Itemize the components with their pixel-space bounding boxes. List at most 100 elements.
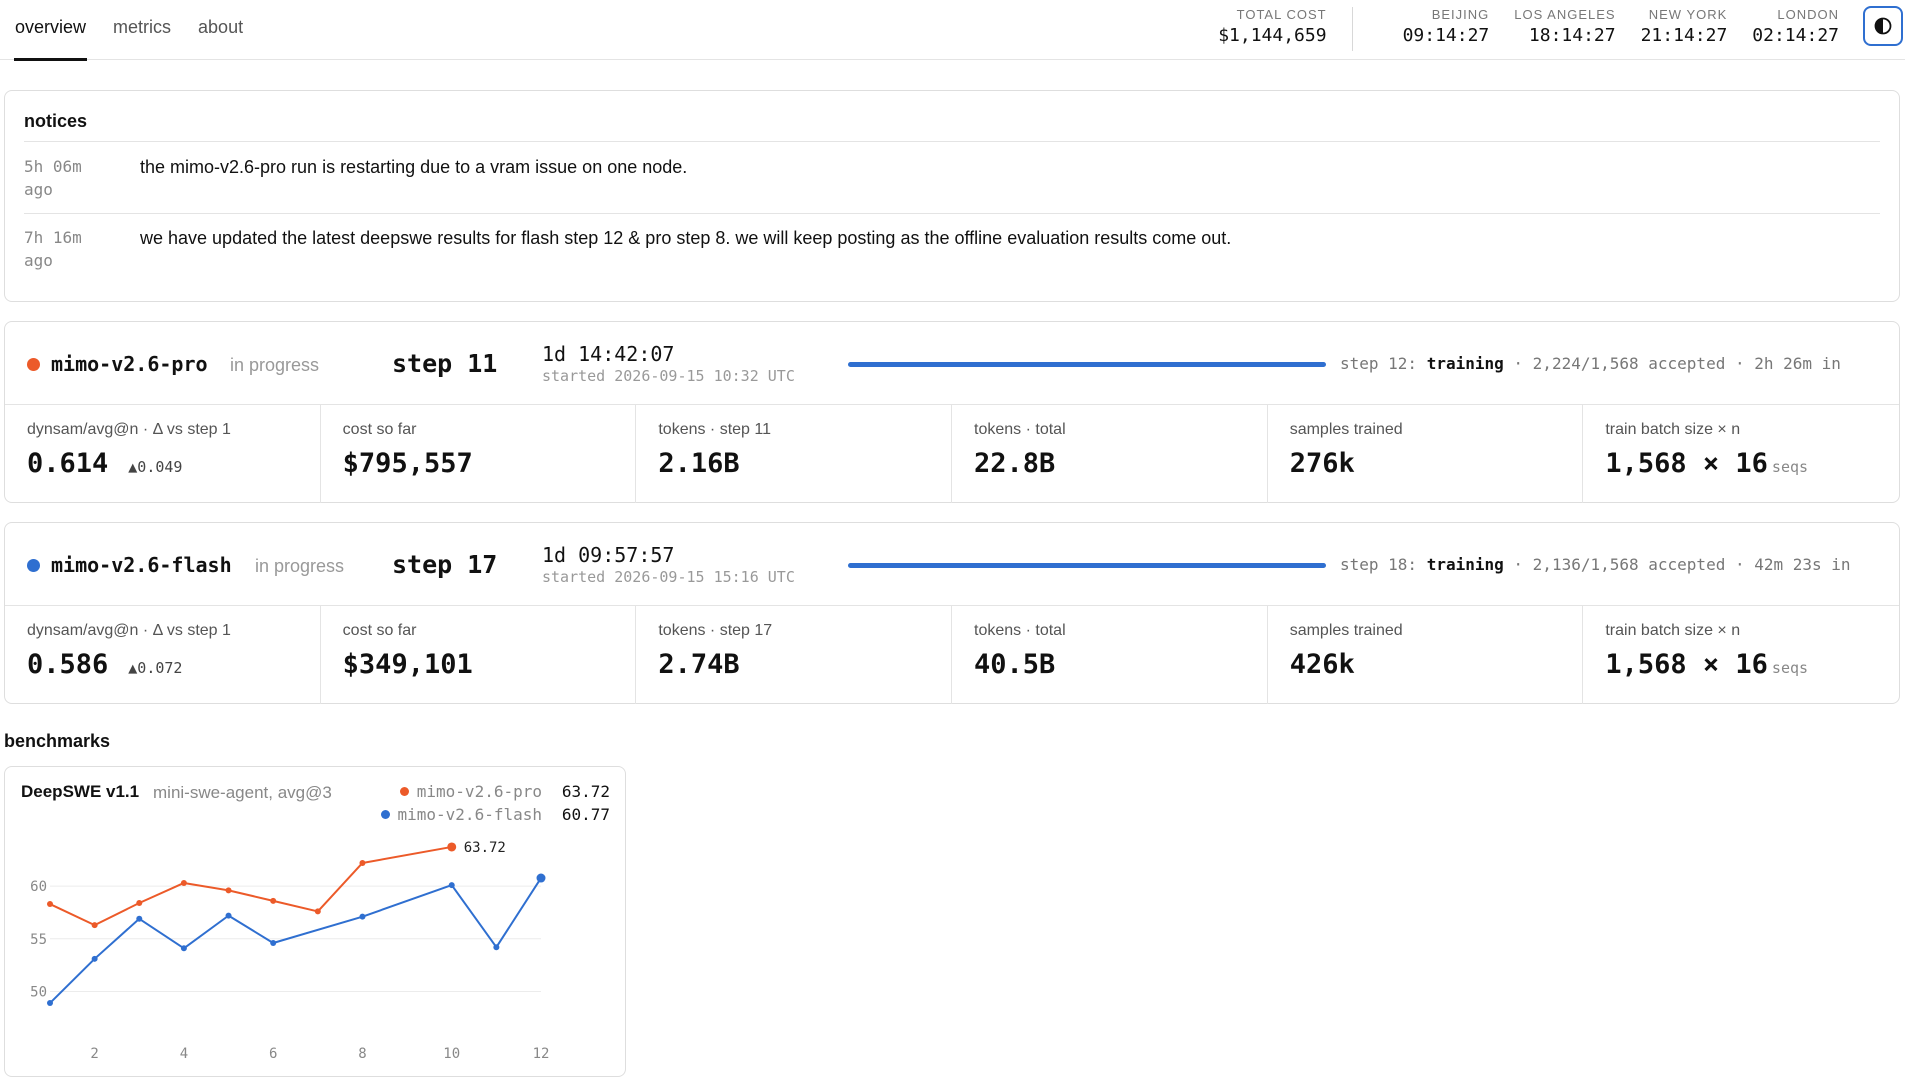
progress-suffix: · 2,136/1,568 accepted · 42m 23s in bbox=[1513, 555, 1851, 574]
run-card-flash: mimo-v2.6-flash in progress step 17 1d 0… bbox=[4, 522, 1900, 704]
x-tick-label: 12 bbox=[533, 1046, 550, 1062]
metric-number: 1,568 × 16 bbox=[1605, 649, 1768, 680]
data-point bbox=[47, 1000, 53, 1007]
x-tick-label: 6 bbox=[269, 1046, 277, 1062]
metric-label: tokens · step 11 bbox=[658, 421, 771, 438]
status-dot bbox=[27, 559, 40, 572]
clock-time: 18:14:27 bbox=[1528, 25, 1616, 46]
metric-number: 0.586 bbox=[27, 649, 109, 680]
notices-title: notices bbox=[24, 111, 88, 131]
metric-label: train batch size × n bbox=[1605, 622, 1741, 639]
theme-toggle-button[interactable] bbox=[1863, 6, 1903, 46]
y-tick-label: 60 bbox=[30, 879, 47, 895]
progress-prefix: step 12: bbox=[1340, 354, 1418, 373]
metric-tokens-step: tokens · step 17 2.74B bbox=[636, 606, 953, 704]
metrics-row: dynsam/avg@n · Δ vs step 1 0.614 ▲0.049 c… bbox=[5, 405, 1899, 503]
y-tick-label: 50 bbox=[30, 984, 47, 1000]
metric-label: samples trained bbox=[1289, 622, 1403, 639]
clock-new-york: NEW YORK 21:14:27 bbox=[1641, 7, 1728, 48]
benchmark-card: DeepSWE v1.1 mini-swe-agent, avg@3 mimo-… bbox=[4, 766, 626, 1077]
metric-value: 22.8B bbox=[974, 448, 1056, 479]
step-progress-text: step 18: training · 2,136/1,568 accepted… bbox=[1340, 555, 1851, 574]
metric-value: 1,568 × 16 seqs bbox=[1605, 448, 1808, 479]
clock-los-angeles: LOS ANGELES 18:14:27 bbox=[1514, 7, 1615, 48]
notices-card: notices 5h 06m ago the mimo-v2.6-pro run… bbox=[4, 90, 1900, 302]
tab-metrics[interactable]: metrics bbox=[113, 0, 171, 60]
top-bar: overview metrics about TOTAL COST $1,144… bbox=[0, 0, 1905, 61]
metrics-row: dynsam/avg@n · Δ vs step 1 0.586 ▲0.072 c… bbox=[5, 606, 1899, 704]
x-tick-label: 2 bbox=[90, 1046, 98, 1062]
run-header: mimo-v2.6-flash in progress step 17 1d 0… bbox=[5, 523, 1899, 606]
header-stats: TOTAL COST $1,144,659 BEIJING 09:14:27 L… bbox=[1218, 7, 1839, 51]
run-step: step 11 bbox=[392, 349, 498, 378]
metric-unit: seqs bbox=[1771, 659, 1809, 677]
total-cost-label: TOTAL COST bbox=[1236, 7, 1327, 22]
metric-value: 0.614 ▲0.049 bbox=[27, 448, 182, 479]
tab-overview[interactable]: overview bbox=[13, 0, 88, 61]
run-started: started 2026-09-15 15:16 UTC bbox=[542, 568, 795, 586]
data-point bbox=[180, 945, 187, 952]
metric-dynsam: dynsam/avg@n · Δ vs step 1 0.586 ▲0.072 bbox=[5, 606, 321, 704]
data-point bbox=[91, 922, 98, 929]
metric-value: 426k bbox=[1289, 649, 1355, 680]
data-point bbox=[270, 940, 277, 947]
metric-label: cost so far bbox=[342, 622, 417, 639]
data-point bbox=[91, 955, 98, 962]
x-tick-label: 4 bbox=[180, 1046, 188, 1062]
progress-suffix: · 2,224/1,568 accepted · 2h 26m in bbox=[1513, 354, 1841, 373]
clock-time: 02:14:27 bbox=[1752, 25, 1839, 46]
metric-value: 2.74B bbox=[658, 649, 740, 680]
metric-value: $349,101 bbox=[342, 649, 473, 680]
header-divider bbox=[1351, 7, 1353, 51]
data-point bbox=[359, 859, 366, 866]
metric-batch-size: train batch size × n 1,568 × 16 seqs bbox=[1583, 405, 1899, 503]
step-progress-bar bbox=[848, 563, 1326, 568]
run-elapsed: 1d 09:57:57 bbox=[542, 543, 675, 567]
notice-time: 7h 16m ago bbox=[24, 228, 82, 270]
x-tick-label: 10 bbox=[443, 1046, 460, 1062]
metric-cost: cost so far $795,557 bbox=[321, 405, 637, 503]
data-point bbox=[536, 873, 546, 883]
benchmarks-title: benchmarks bbox=[4, 731, 111, 751]
metric-label: dynsam/avg@n · Δ vs step 1 bbox=[27, 421, 231, 438]
divider bbox=[24, 141, 1880, 142]
metric-samples: samples trained 426k bbox=[1268, 606, 1584, 704]
progress-phase: training bbox=[1426, 354, 1504, 373]
metric-tokens-total: tokens · total 40.5B bbox=[952, 606, 1268, 704]
metric-batch-size: train batch size × n 1,568 × 16 seqs bbox=[1583, 606, 1899, 704]
metric-value: 276k bbox=[1289, 448, 1355, 479]
run-status: in progress bbox=[230, 355, 320, 375]
run-step: step 17 bbox=[392, 550, 498, 579]
x-tick-label: 8 bbox=[358, 1046, 366, 1062]
clock-label: LONDON bbox=[1777, 7, 1839, 22]
data-point bbox=[447, 842, 457, 852]
metric-value: $795,557 bbox=[342, 448, 473, 479]
metric-value: 1,568 × 16 seqs bbox=[1605, 649, 1808, 680]
run-name: mimo-v2.6-flash bbox=[51, 553, 232, 577]
nav-tabs: overview metrics about bbox=[13, 0, 270, 61]
run-card-pro: mimo-v2.6-pro in progress step 11 1d 14:… bbox=[4, 321, 1900, 503]
half-circle-contrast-icon bbox=[1874, 17, 1892, 35]
metric-delta: ▲0.072 bbox=[128, 659, 183, 677]
data-point bbox=[359, 913, 366, 920]
run-name: mimo-v2.6-pro bbox=[51, 352, 208, 376]
step-progress-bar bbox=[848, 362, 1326, 367]
run-header: mimo-v2.6-pro in progress step 11 1d 14:… bbox=[5, 322, 1899, 405]
metric-tokens-step: tokens · step 11 2.16B bbox=[636, 405, 953, 503]
metric-label: tokens · total bbox=[974, 622, 1066, 639]
metric-label: dynsam/avg@n · Δ vs step 1 bbox=[27, 622, 231, 639]
metric-label: samples trained bbox=[1289, 421, 1403, 438]
metric-number: 1,568 × 16 bbox=[1605, 448, 1768, 479]
tab-about[interactable]: about bbox=[198, 0, 243, 60]
data-point bbox=[448, 882, 455, 889]
data-point bbox=[225, 887, 232, 894]
clock-label: NEW YORK bbox=[1648, 7, 1728, 22]
clock-label: LOS ANGELES bbox=[1514, 7, 1616, 22]
step-progress-text: step 12: training · 2,224/1,568 accepted… bbox=[1340, 354, 1841, 373]
clock-beijing: BEIJING 09:14:27 bbox=[1403, 7, 1490, 48]
data-point bbox=[314, 908, 321, 915]
metric-label: tokens · total bbox=[974, 421, 1066, 438]
status-dot bbox=[27, 358, 40, 371]
data-point bbox=[225, 912, 232, 919]
metric-label: tokens · step 17 bbox=[658, 622, 773, 639]
